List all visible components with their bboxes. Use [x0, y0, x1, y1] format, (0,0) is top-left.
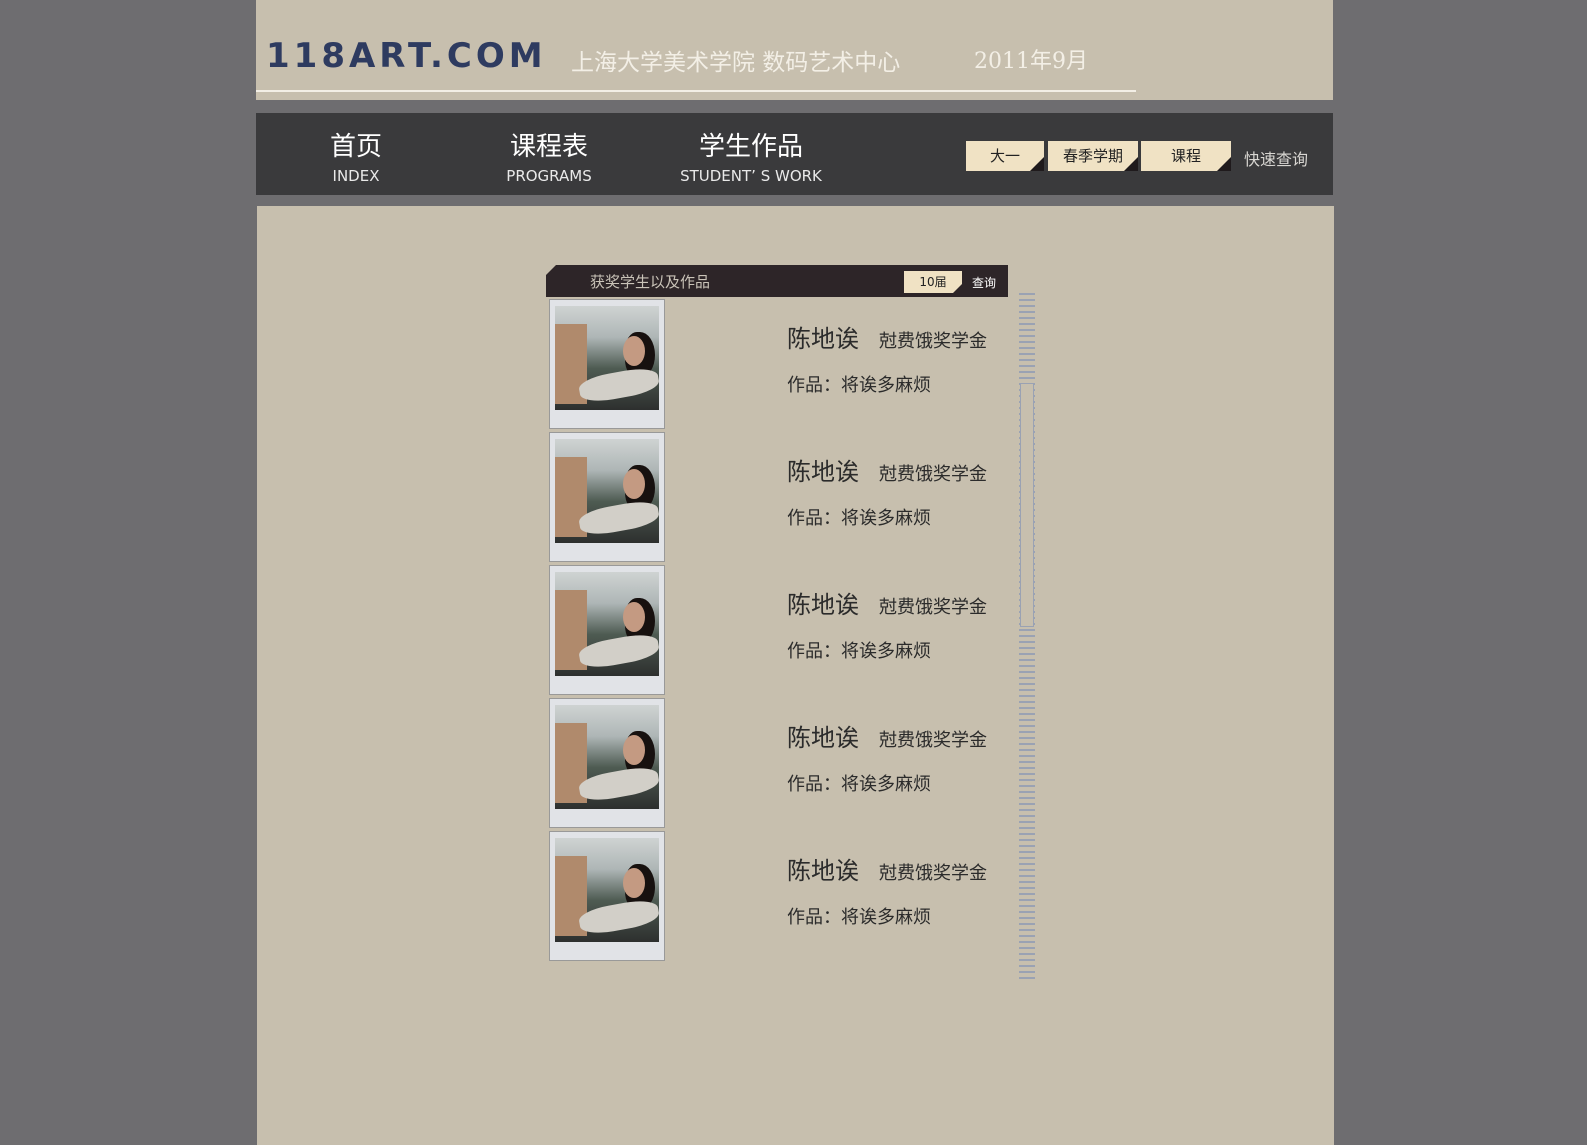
- site-logo[interactable]: 118ART.COM: [266, 36, 547, 76]
- header-date: 2011年9月: [974, 49, 1088, 74]
- student-name: 陈地诶: [787, 458, 859, 486]
- award-name: 尅费饿奖学金: [879, 331, 987, 352]
- award-name: 尅费饿奖学金: [879, 730, 987, 751]
- work-title: 作品：将诶多麻烦: [787, 774, 931, 795]
- award-name: 尅费饿奖学金: [879, 863, 987, 884]
- header: 118ART.COM 上海大学美术学院 数码艺术中心 2011年9月: [256, 0, 1333, 100]
- student-work-thumbnail[interactable]: [549, 299, 665, 429]
- list-item[interactable]: 陈地诶 尅费饿奖学金 作品：将诶多麻烦: [549, 831, 989, 961]
- panel-title: 获奖学生以及作品: [590, 273, 711, 291]
- award-name: 尅费饿奖学金: [879, 464, 987, 485]
- scrollbar-track[interactable]: [1019, 293, 1035, 983]
- student-name: 陈地诶: [787, 325, 859, 353]
- student-work-thumbnail[interactable]: [549, 698, 665, 828]
- list-item[interactable]: 陈地诶 尅费饿奖学金 作品：将诶多麻烦: [549, 432, 989, 562]
- nav-programs-en: PROGRAMS: [506, 167, 592, 185]
- work-title: 作品：将诶多麻烦: [787, 508, 931, 529]
- course-select-button[interactable]: 课程: [1141, 141, 1231, 171]
- nav-student-work-en: STUDENT’ S WORK: [680, 167, 822, 185]
- student-name: 陈地诶: [787, 591, 859, 619]
- panel-header: 获奖学生以及作品 10届 查询: [546, 265, 1008, 297]
- student-work-thumbnail[interactable]: [549, 565, 665, 695]
- list-item[interactable]: 陈地诶 尅费饿奖学金 作品：将诶多麻烦: [549, 698, 989, 828]
- student-work-thumbnail[interactable]: [549, 831, 665, 961]
- work-photo: [555, 838, 659, 942]
- work-title: 作品：将诶多麻烦: [787, 641, 931, 662]
- nav-student-work-cn: 学生作品: [698, 132, 803, 162]
- scrollbar-thumb[interactable]: [1020, 383, 1034, 627]
- main-content: 获奖学生以及作品 10届 查询 陈地诶 尅费饿奖学金 作品：将诶多麻烦 陈地诶 …: [257, 206, 1334, 1145]
- nav-index-en: INDEX: [332, 167, 380, 185]
- work-photo: [555, 572, 659, 676]
- work-photo: [555, 306, 659, 410]
- nav-student-work[interactable]: 学生作品 STUDENT’ S WORK: [656, 131, 846, 185]
- work-photo: [555, 705, 659, 809]
- work-photo: [555, 439, 659, 543]
- list-item[interactable]: 陈地诶 尅费饿奖学金 作品：将诶多麻烦: [549, 565, 989, 695]
- nav-index-cn: 首页: [329, 132, 382, 162]
- semester-select-button[interactable]: 春季学期: [1048, 141, 1138, 171]
- quick-search-link[interactable]: 快速查询: [1244, 146, 1308, 170]
- work-title: 作品：将诶多麻烦: [787, 375, 931, 396]
- query-button[interactable]: 查询: [972, 274, 996, 291]
- list-item[interactable]: 陈地诶 尅费饿奖学金 作品：将诶多麻烦: [549, 299, 989, 429]
- student-name: 陈地诶: [787, 724, 859, 752]
- nav-programs-cn: 课程表: [509, 132, 588, 162]
- award-name: 尅费饿奖学金: [879, 597, 987, 618]
- student-work-thumbnail[interactable]: [549, 432, 665, 562]
- school-name: 上海大学美术学院 数码艺术中心: [571, 50, 901, 76]
- nav-programs[interactable]: 课程表 PROGRAMS: [489, 131, 609, 185]
- grade-select-button[interactable]: 大一: [966, 141, 1044, 171]
- student-name: 陈地诶: [787, 857, 859, 885]
- nav-index[interactable]: 首页 INDEX: [306, 131, 406, 185]
- work-title: 作品：将诶多麻烦: [787, 907, 931, 928]
- header-underline: [256, 90, 1136, 92]
- main-nav: 首页 INDEX 课程表 PROGRAMS 学生作品 STUDENT’ S WO…: [256, 113, 1333, 195]
- term-select-button[interactable]: 10届: [904, 271, 962, 293]
